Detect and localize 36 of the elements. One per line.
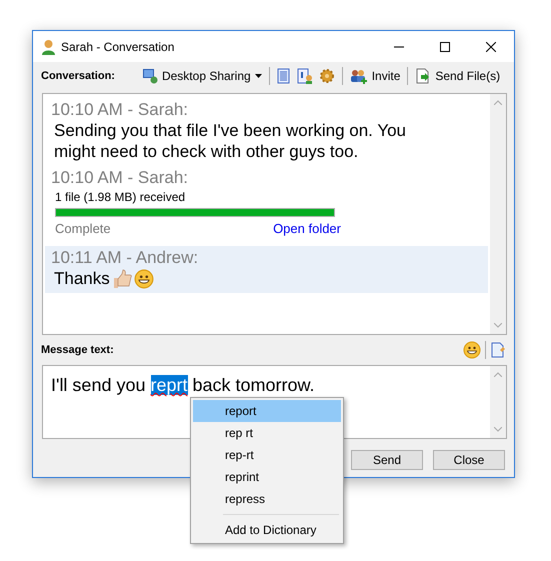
monitor-icon xyxy=(142,68,158,84)
message-text: Sending you that file I've been working on. You might need to check with other guys too. xyxy=(54,120,408,162)
suggestion-item[interactable]: reprint xyxy=(193,466,341,488)
transfer-status: Complete xyxy=(55,221,111,236)
file-icon xyxy=(415,68,432,84)
suggestion-item[interactable]: rep-rt xyxy=(193,444,341,466)
message-header: 10:10 AM - Sarah: xyxy=(51,100,190,120)
suggestion-item[interactable]: report xyxy=(193,400,341,422)
thumbs-up-icon xyxy=(112,268,132,288)
dialog-button[interactable]: Send xyxy=(351,450,423,470)
maximize-icon[interactable] xyxy=(440,42,450,52)
dialog-button[interactable]: Close xyxy=(433,450,505,470)
toolbar-button[interactable]: Invite xyxy=(346,65,404,87)
desktop-sharing-button[interactable]: Desktop Sharing xyxy=(138,65,265,87)
message-label: Message text: xyxy=(41,344,115,356)
smiley-icon xyxy=(463,341,481,359)
message-header: 10:10 AM - Sarah: xyxy=(51,168,190,188)
format-icon[interactable] xyxy=(490,342,506,358)
message-header: 10:11 AM - Andrew: xyxy=(51,248,200,268)
document-icon[interactable] xyxy=(276,68,291,84)
settings-icon[interactable] xyxy=(318,68,335,84)
file-info: 1 file (1.98 MB) received xyxy=(54,190,186,204)
suggestion-item[interactable]: repress xyxy=(193,488,341,510)
open-folder-link[interactable]: Open folder xyxy=(273,221,341,236)
message-text: Thanks xyxy=(54,268,110,289)
selected-word: reprt xyxy=(150,375,188,395)
user-icon xyxy=(42,38,55,54)
add-to-dictionary-item[interactable]: Add to Dictionary xyxy=(193,519,341,541)
smiley-icon xyxy=(134,268,154,288)
caret-icon xyxy=(254,74,262,78)
info-icon[interactable] xyxy=(296,68,313,84)
toolbar-button[interactable]: Send File(s) xyxy=(412,65,504,87)
people-icon xyxy=(350,68,368,84)
toolbar-label: Conversation: xyxy=(41,70,115,82)
close-icon[interactable] xyxy=(486,42,496,52)
window-title: Sarah - Conversation xyxy=(61,40,176,54)
